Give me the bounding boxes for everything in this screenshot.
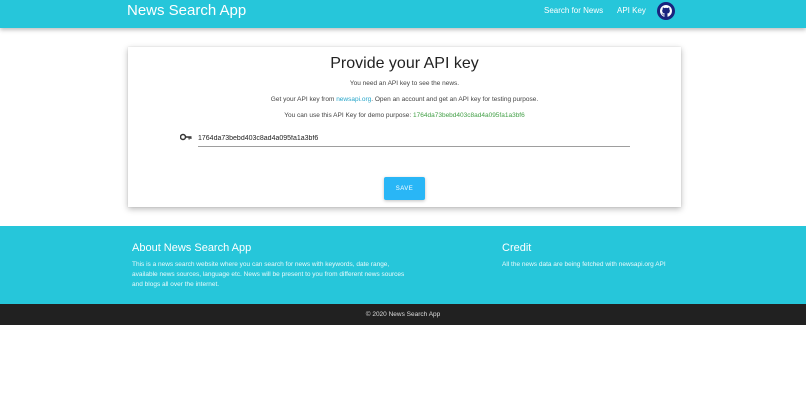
nav-link-search[interactable]: Search for News <box>544 6 603 15</box>
info-line-demo-key: You can use this API Key for demo purpos… <box>128 112 681 119</box>
copyright-bar: © 2020 News Search App <box>0 304 806 325</box>
credit-title: Credit <box>502 242 532 254</box>
newsapi-link[interactable]: newsapi.org <box>336 96 371 103</box>
info-line-get-key: Get your API key from newsapi.org. Open … <box>128 96 681 103</box>
card-title: Provide your API key <box>330 55 479 72</box>
github-icon-glyph <box>660 5 672 17</box>
api-key-card: Provide your API key You need an API key… <box>128 47 681 207</box>
save-button[interactable]: SAVE <box>384 177 425 200</box>
info-text: . Open an account and get an API key for… <box>371 96 539 103</box>
nav-link-api-key[interactable]: API Key <box>617 6 646 15</box>
github-icon[interactable] <box>657 2 675 20</box>
credit-text: All the news data are being fetched with… <box>502 261 666 268</box>
footer: About News Search App This is a news sea… <box>0 226 806 304</box>
key-icon <box>180 133 192 141</box>
info-text: You can use this API Key for demo purpos… <box>284 112 414 119</box>
navbar: News Search App Search for News API Key <box>0 0 806 28</box>
info-text: Get your API key from <box>270 96 337 103</box>
about-text: This is a news search website where you … <box>132 261 405 288</box>
demo-api-key: 1764da73bebd403c8ad4a095fa1a3bf6 <box>413 112 525 119</box>
api-key-input[interactable] <box>198 130 630 147</box>
brand-title[interactable]: News Search App <box>127 2 246 19</box>
about-title: About News Search App <box>132 242 252 254</box>
info-line-need-key: You need an API key to see the news. <box>349 80 460 87</box>
